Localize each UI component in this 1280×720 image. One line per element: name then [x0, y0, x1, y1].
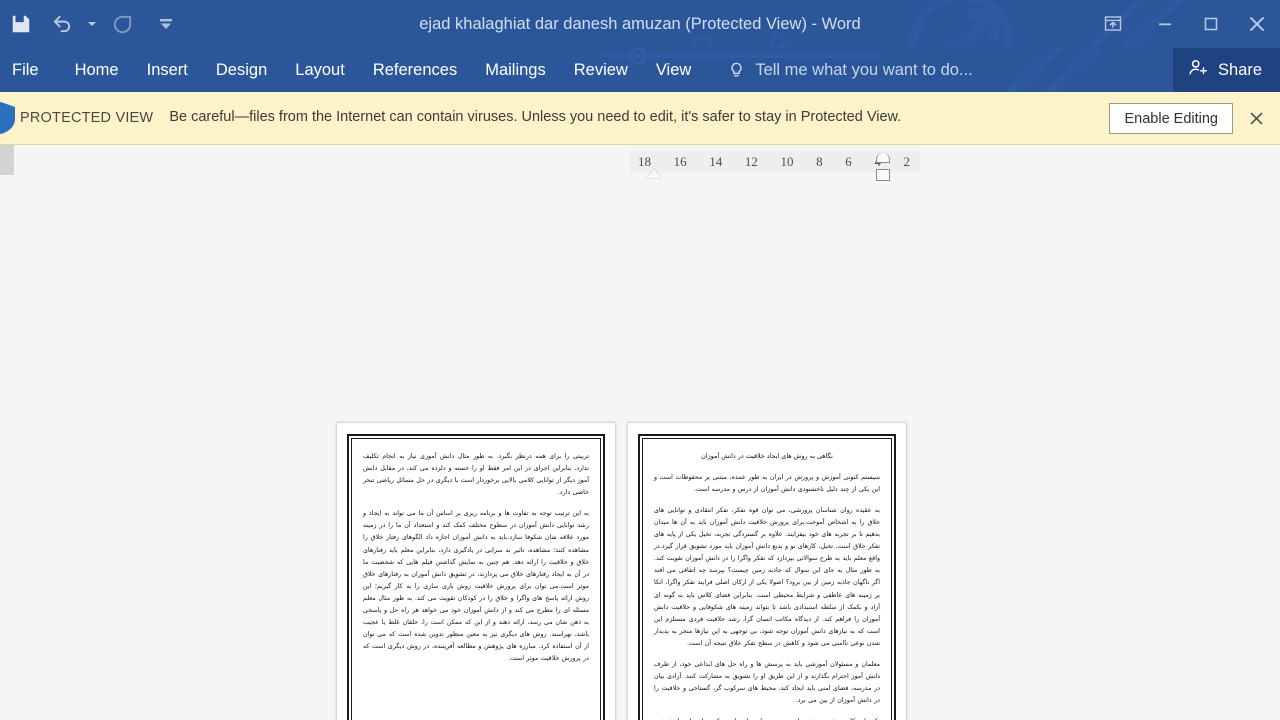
- page-border-inner: تربیتی را برای همه درنظر بگیرد. به طور م…: [351, 438, 601, 720]
- close-icon[interactable]: [1234, 0, 1280, 48]
- document-heading: نگاهی به روش های ایجاد خلاقیت در دانش آم…: [701, 452, 833, 460]
- ruler-tick: 18: [638, 154, 651, 169]
- close-icon[interactable]: [1245, 107, 1267, 129]
- right-indent-marker[interactable]: [876, 169, 890, 181]
- redo-icon[interactable]: [100, 4, 144, 44]
- left-indent-marker[interactable]: [647, 169, 661, 178]
- paragraph: به عقیده روان شناسان پرورشی، می توان قوه…: [654, 507, 880, 647]
- protected-view-bar: PROTECTED VIEW Be careful—files from the…: [0, 92, 1280, 145]
- tell-me-placeholder: Tell me what you want to do...: [755, 60, 973, 79]
- page-border-outer: نگاهی به روش های ایجاد خلاقیت در دانش آم…: [638, 434, 896, 720]
- tab-insert[interactable]: Insert: [133, 48, 202, 92]
- share-label: Share: [1217, 60, 1262, 79]
- tab-review[interactable]: Review: [560, 48, 642, 92]
- protected-view-label: PROTECTED VIEW: [20, 110, 154, 126]
- paragraph: یکی از نکات منفی روش معلم محوری براین با…: [654, 716, 880, 720]
- document-workspace: 18 16 14 12 10 8 6 4 2 تربیتی را برای هم…: [0, 145, 1280, 720]
- enable-editing-button[interactable]: Enable Editing: [1109, 103, 1233, 134]
- window-controls: [1084, 0, 1280, 48]
- tab-layout[interactable]: Layout: [281, 48, 359, 92]
- page-border-outer: تربیتی را برای همه درنظر بگیرد. به طور م…: [347, 434, 605, 720]
- share-button[interactable]: Share: [1172, 48, 1280, 92]
- tab-file[interactable]: File: [0, 48, 61, 92]
- ruler-tick: 14: [709, 154, 723, 169]
- horizontal-ruler[interactable]: 18 16 14 12 10 8 6 4 2: [630, 151, 920, 181]
- ribbon-display-options-icon[interactable]: [1084, 0, 1142, 48]
- undo-icon[interactable]: [40, 4, 84, 44]
- tab-design[interactable]: Design: [202, 48, 281, 92]
- ribbon-tab-bar: File Home Insert Design Layout Reference…: [0, 48, 1280, 92]
- customize-quick-access-icon[interactable]: [144, 4, 188, 44]
- tab-mailings[interactable]: Mailings: [471, 48, 560, 92]
- shield-icon: [0, 102, 15, 134]
- protected-view-message: Be careful—files from the Internet can c…: [169, 109, 902, 126]
- ruler-tick: 16: [673, 154, 687, 169]
- paragraph: تربیتی را برای همه درنظر بگیرد. به طور م…: [363, 453, 589, 497]
- share-person-icon: [1187, 57, 1209, 84]
- lightbulb-icon: [727, 61, 746, 80]
- first-line-indent-marker[interactable]: [876, 153, 890, 163]
- ribbon-tabs: File Home Insert Design Layout Reference…: [0, 48, 705, 92]
- minimize-icon[interactable]: [1142, 0, 1188, 48]
- paragraph: سیستم کنونی آموزش و پرورش در ایران به طو…: [654, 473, 880, 493]
- paragraph: معلمان و مسئولان آموزشی باید به پرسش ها …: [654, 660, 880, 705]
- document-page[interactable]: تربیتی را برای همه درنظر بگیرد. به طور م…: [336, 422, 616, 720]
- save-icon[interactable]: [2, 4, 40, 44]
- document-page[interactable]: نگاهی به روش های ایجاد خلاقیت در دانش آم…: [627, 422, 907, 720]
- quick-access-toolbar: [0, 0, 188, 48]
- title-bar: ejad khalaghiat dar danesh amuzan (Prote…: [0, 0, 1280, 48]
- document-pages: تربیتی را برای همه درنظر بگیرد. به طور م…: [336, 422, 907, 720]
- page-border-inner: نگاهی به روش های ایجاد خلاقیت در دانش آم…: [642, 438, 892, 720]
- ruler-tick: 2: [903, 154, 911, 169]
- tab-view[interactable]: View: [642, 48, 705, 92]
- ruler-tick: 6: [845, 154, 852, 169]
- ruler-tick: 12: [744, 154, 758, 169]
- tab-home[interactable]: Home: [61, 48, 133, 92]
- undo-dropdown-icon[interactable]: [84, 4, 100, 44]
- ruler-tick: 10: [780, 154, 794, 169]
- paragraph: به این ترتیب توجه به تفاوت ها و برنامه ر…: [363, 510, 589, 663]
- tell-me-search[interactable]: Tell me what you want to do...: [727, 60, 973, 80]
- tab-references[interactable]: References: [359, 48, 471, 92]
- restore-icon[interactable]: [1188, 0, 1234, 48]
- ruler-tick: 8: [816, 154, 823, 169]
- vertical-ruler-stub: [0, 145, 14, 175]
